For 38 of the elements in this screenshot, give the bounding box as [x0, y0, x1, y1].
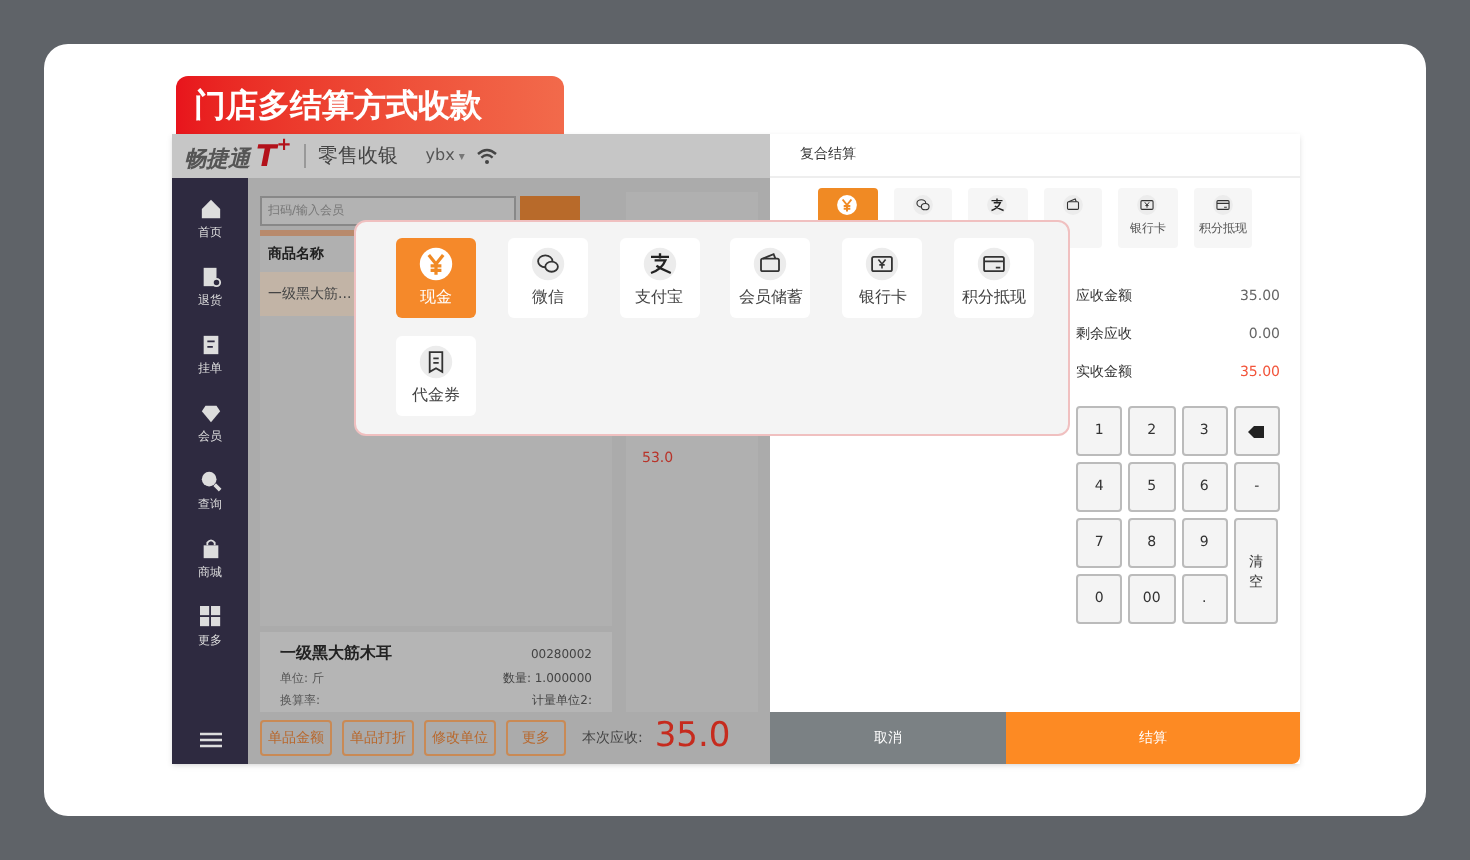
module-title: 零售收银: [317, 143, 398, 171]
document-icon: [199, 266, 221, 288]
logo-mark-sup: +: [276, 133, 292, 156]
grid-icon: [199, 606, 221, 628]
backspace-key[interactable]: [1233, 406, 1280, 456]
payment-option[interactable]: 代金券: [396, 336, 476, 416]
ticket-icon: [864, 246, 901, 282]
user-name[interactable]: ybx: [425, 144, 455, 168]
backspace-icon: [1248, 425, 1265, 437]
yen-icon: [418, 246, 454, 282]
chat-bubbles-icon: [529, 246, 566, 282]
pay-glyph-icon: [986, 194, 1009, 216]
logo-text: 畅捷通: [184, 143, 250, 176]
payment-option[interactable]: 支付宝: [619, 238, 700, 318]
pay-glyph-icon: [641, 246, 678, 282]
document-icon: [199, 334, 221, 356]
wifi-icon: [476, 148, 499, 164]
diamond-icon: [199, 402, 221, 424]
product-name: 一级黑大筋木耳: [280, 642, 392, 666]
bag-icon: [199, 538, 221, 560]
payment-option[interactable]: 会员储蓄: [730, 238, 811, 318]
yen-icon: [836, 194, 859, 216]
payment-option[interactable]: 积分抵现: [954, 238, 1035, 318]
card-wallet-icon: [1061, 194, 1084, 216]
menu-icon[interactable]: [199, 732, 221, 748]
house-icon: [199, 198, 221, 220]
card-icon: [1211, 194, 1234, 216]
payment-option[interactable]: 微信: [507, 238, 588, 318]
due-amount: 35.0: [654, 714, 731, 761]
ticket-icon: [1136, 194, 1159, 216]
logo-mark: T: [256, 135, 277, 178]
chat-bubbles-icon: [911, 194, 934, 216]
title-banner: 门店多结算方式收款: [176, 76, 564, 134]
receipt-icon: [418, 344, 454, 380]
search-icon: [199, 470, 221, 492]
card-wallet-icon: [752, 246, 789, 282]
payment-option[interactable]: 银行卡: [842, 238, 923, 318]
card-icon: [976, 246, 1013, 282]
